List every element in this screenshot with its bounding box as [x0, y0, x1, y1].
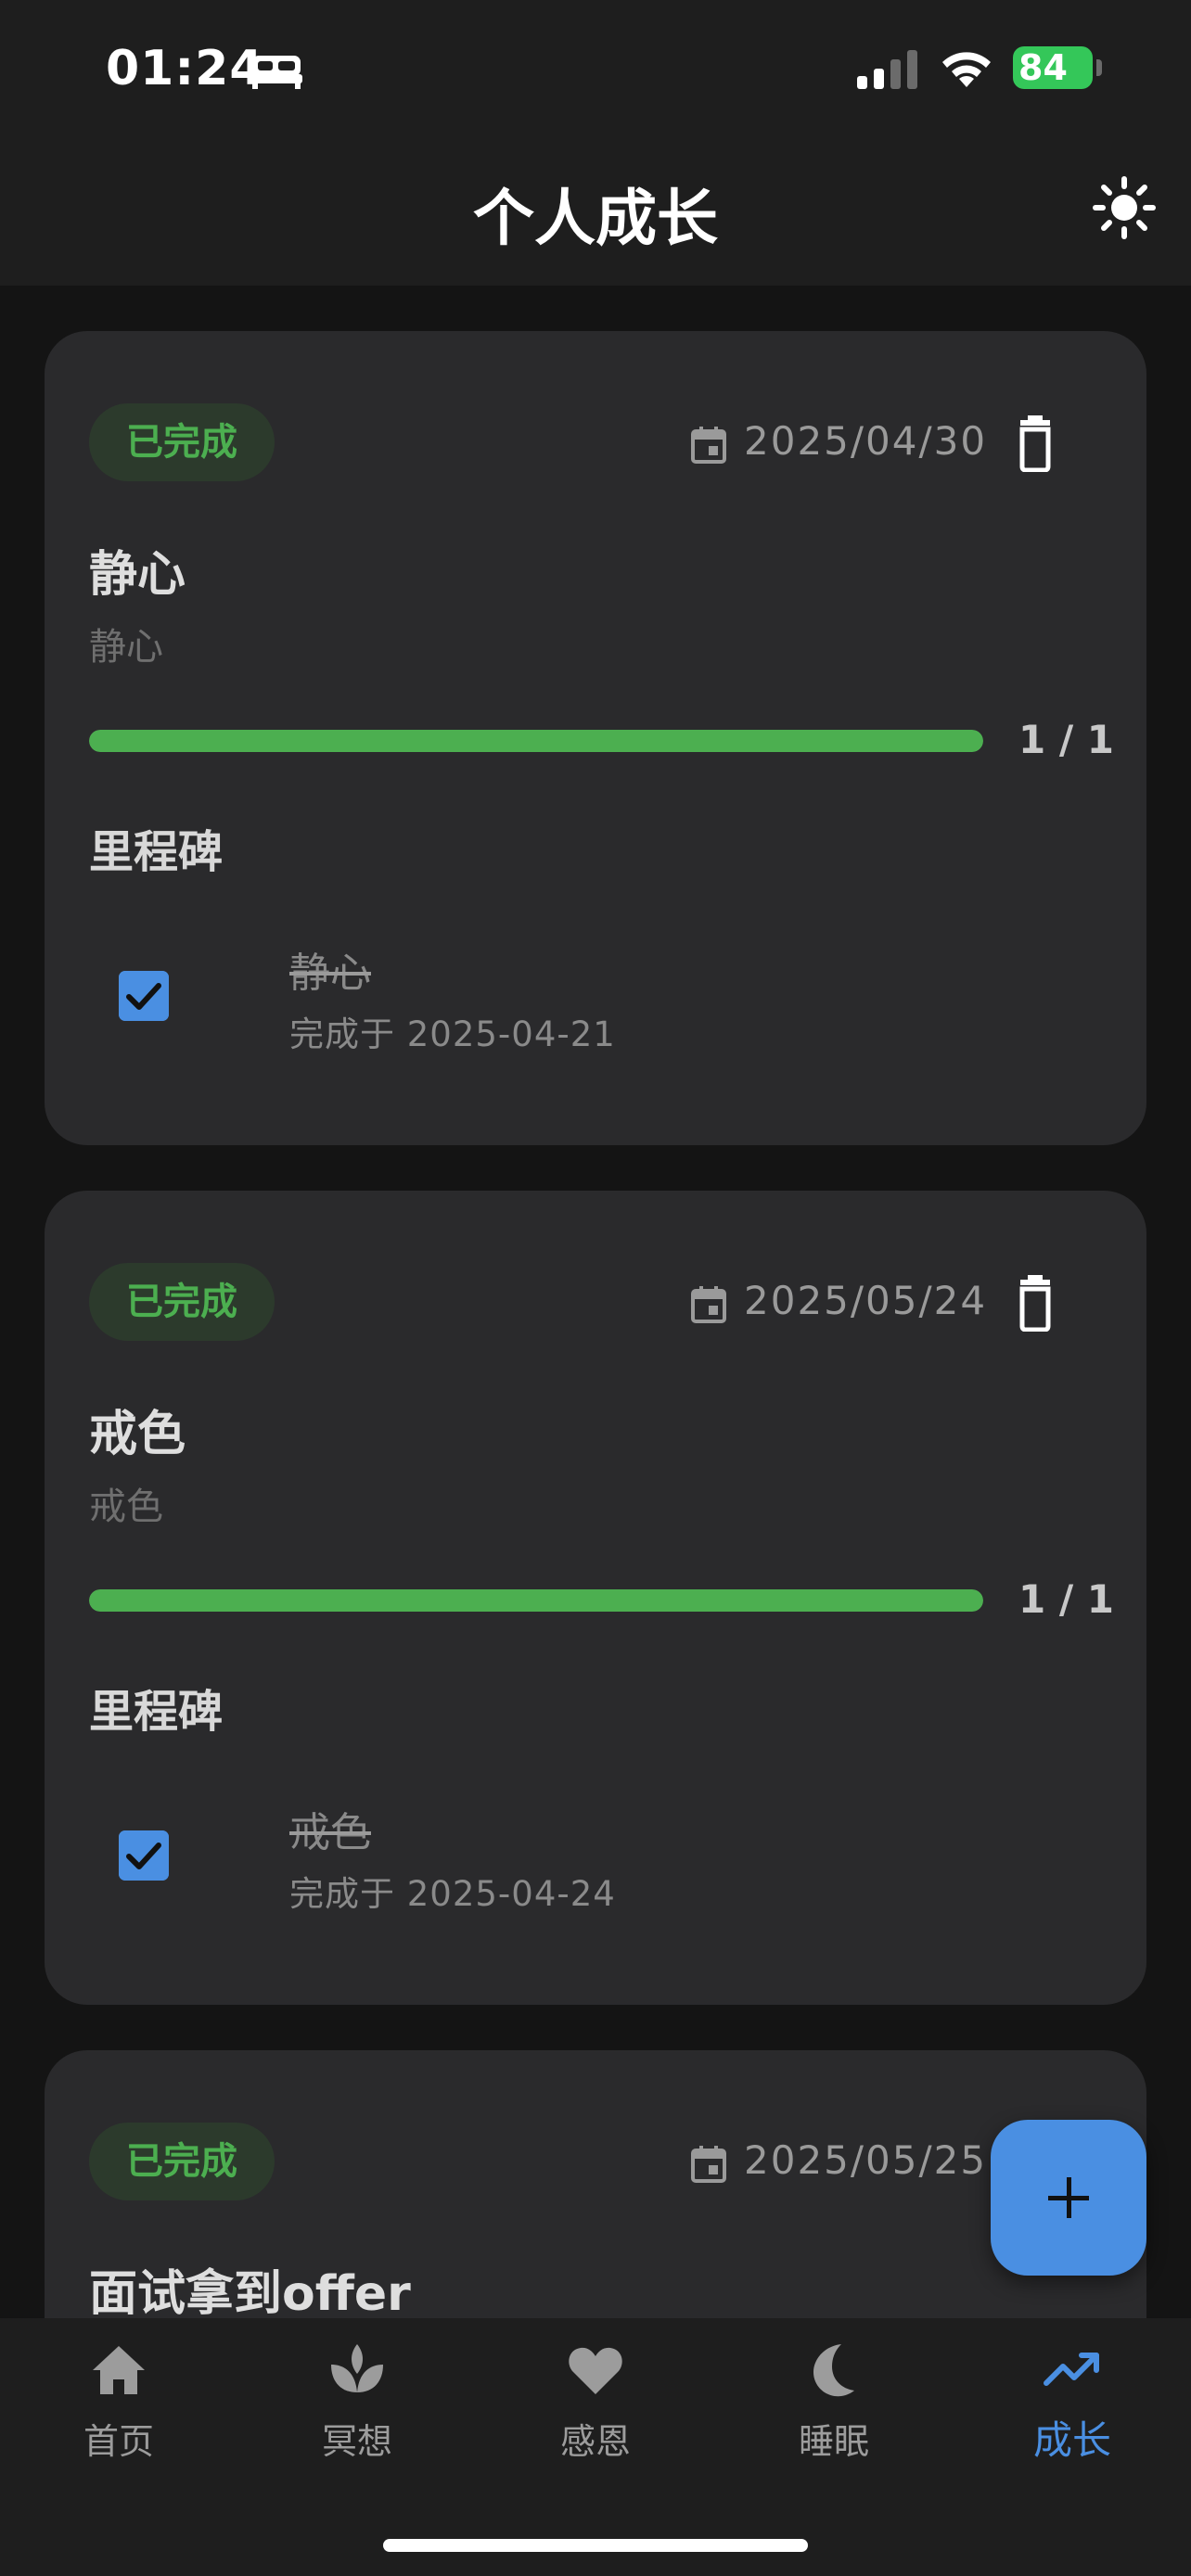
trending-up-icon: [1044, 2353, 1099, 2386]
nav-label: 冥想: [321, 2421, 392, 2462]
calendar-icon: [691, 427, 726, 464]
calendar-icon: [691, 2146, 726, 2183]
milestone-checkbox[interactable]: [119, 1830, 169, 1881]
bottom-nav: 首页 冥想 感恩 睡眠 成长: [0, 2318, 1191, 2576]
goal-date-text: 2025/05/25: [744, 2137, 988, 2183]
sleep-mode-icon: [250, 56, 302, 89]
goal-date-text: 2025/05/24: [744, 1278, 988, 1323]
goal-description: 戒色: [89, 1486, 163, 1528]
progress-fill: [89, 1589, 983, 1612]
battery-level: 84: [1018, 47, 1068, 88]
home-icon: [93, 2346, 145, 2394]
milestone-item: 静心 完成于 2025-04-21: [89, 921, 1091, 1069]
goal-date: 2025/04/30: [690, 414, 1024, 470]
milestones-heading: 里程碑: [89, 1686, 224, 1738]
nav-item-growth[interactable]: 成长: [980, 2340, 1165, 2480]
battery-nub: [1096, 59, 1102, 76]
nav-item-gratitude[interactable]: 感恩: [503, 2340, 688, 2480]
milestone-name: 戒色: [289, 1809, 371, 1856]
milestones-heading: 里程碑: [89, 826, 224, 878]
goal-title: 戒色: [89, 1407, 186, 1462]
moon-icon: [813, 2344, 854, 2397]
goal-date: 2025/05/24: [690, 1274, 1024, 1330]
goal-title: 面试拿到offer: [89, 2266, 411, 2322]
progress-count: 1 / 1: [1018, 717, 1115, 762]
app-screen: 01:24 84 个人成长 已完成 2025/04/30 静心 静心 1 / 1…: [0, 0, 1191, 2576]
goal-date-text: 2025/04/30: [744, 418, 988, 464]
nav-item-meditation[interactable]: 冥想: [264, 2340, 450, 2480]
progress-bar: [89, 1589, 983, 1612]
trash-icon[interactable]: [1007, 1274, 1063, 1332]
milestone-completed-date: 完成于 2025-04-21: [289, 1014, 616, 1054]
goal-date: 2025/05/25: [690, 2134, 1024, 2189]
page-title: 个人成长: [473, 183, 718, 254]
progress-count: 1 / 1: [1018, 1576, 1115, 1622]
heart-icon: [569, 2347, 622, 2394]
status-badge: 已完成: [89, 403, 275, 481]
nav-item-sleep[interactable]: 睡眠: [741, 2340, 927, 2480]
sun-icon[interactable]: [1093, 176, 1156, 239]
add-goal-button[interactable]: [991, 2120, 1146, 2276]
status-badge: 已完成: [89, 2123, 275, 2200]
app-header: 个人成长: [0, 139, 1191, 286]
status-bar: 01:24 84: [0, 0, 1191, 139]
nav-label: 睡眠: [798, 2421, 869, 2462]
trash-icon[interactable]: [1007, 414, 1063, 472]
milestone-completed-date: 完成于 2025-04-24: [289, 1874, 616, 1914]
nav-label: 感恩: [559, 2421, 631, 2462]
calendar-icon: [691, 1286, 726, 1323]
goal-title: 静心: [89, 547, 186, 603]
goal-card[interactable]: 已完成 2025/04/30 静心 静心 1 / 1 里程碑 静心 完成于 20…: [45, 331, 1146, 1145]
home-indicator[interactable]: [383, 2539, 808, 2552]
status-badge: 已完成: [89, 1263, 275, 1341]
nav-label: 成长: [1032, 2417, 1111, 2463]
wifi-icon: [942, 52, 991, 87]
goal-description: 静心: [89, 626, 163, 669]
milestone-name: 静心: [289, 950, 371, 997]
milestone-item: 戒色 完成于 2025-04-24: [89, 1780, 1091, 1929]
battery-indicator: 84: [1013, 46, 1093, 89]
progress-fill: [89, 730, 983, 752]
nav-item-home[interactable]: 首页: [26, 2340, 211, 2480]
status-time: 01:24: [106, 41, 264, 96]
cellular-signal-icon: [857, 50, 917, 89]
lotus-icon: [331, 2344, 383, 2392]
plus-icon: [1048, 2177, 1089, 2218]
goal-card[interactable]: 已完成 2025/05/24 戒色 戒色 1 / 1 里程碑 戒色 完成于 20…: [45, 1191, 1146, 2005]
progress-bar: [89, 730, 983, 752]
nav-label: 首页: [83, 2421, 154, 2462]
milestone-checkbox[interactable]: [119, 971, 169, 1021]
